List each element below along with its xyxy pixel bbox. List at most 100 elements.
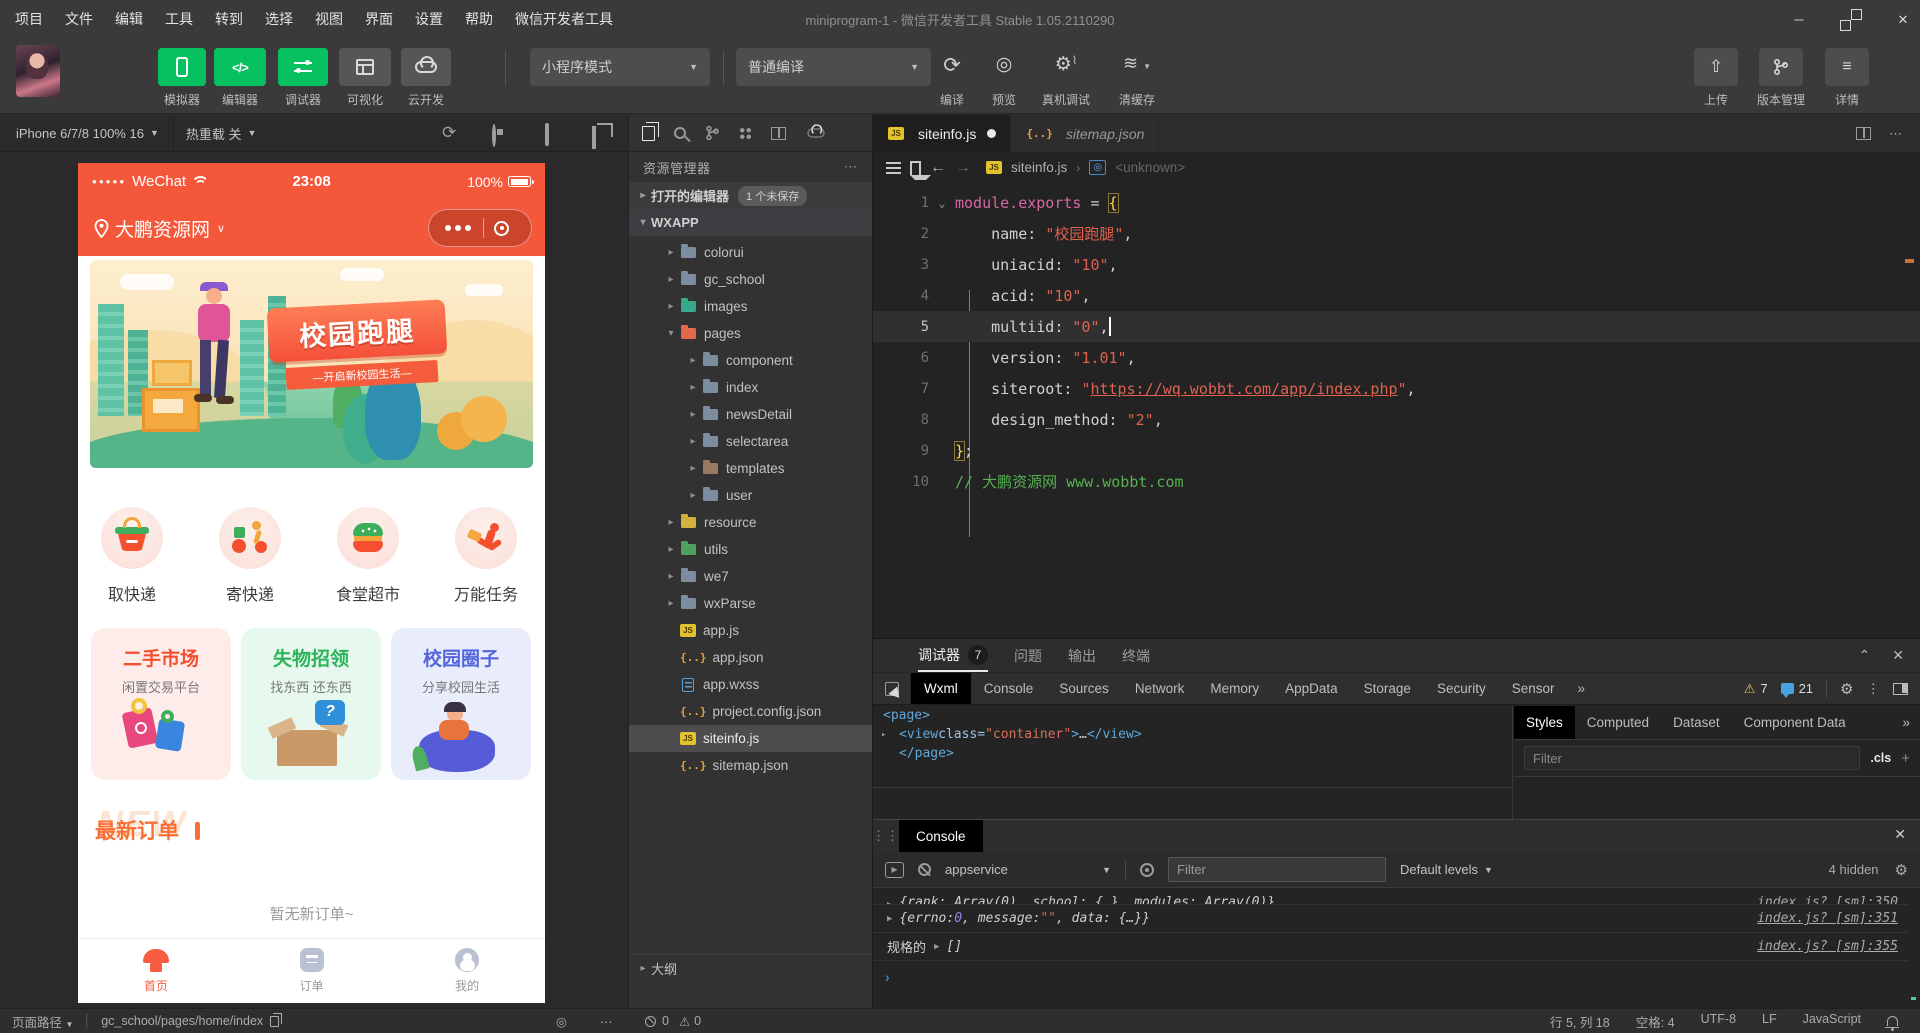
console-tab[interactable]: Console: [899, 820, 983, 852]
tree-item-templates[interactable]: ▸templates: [629, 455, 872, 482]
log-levels-select[interactable]: Default levels ▼: [1400, 862, 1493, 877]
card-失物招领[interactable]: 失物招领找东西 还东西: [241, 628, 381, 780]
card-二手市场[interactable]: 二手市场闲置交易平台: [91, 628, 231, 780]
open-editors-section[interactable]: ▸ 打开的编辑器 1 个未保存: [629, 182, 872, 209]
devtools-tab-Console[interactable]: Console: [971, 673, 1047, 704]
more-actions-icon[interactable]: ⋯: [1889, 126, 1902, 142]
more-tabs-icon[interactable]: »: [1568, 673, 1596, 704]
status-item[interactable]: UTF-8: [1701, 1012, 1736, 1031]
code-line-8[interactable]: 8 design_method: "2",: [873, 404, 1920, 435]
code-line-4[interactable]: 4 acid: "10",: [873, 280, 1920, 311]
devtools-tab-Memory[interactable]: Memory: [1197, 673, 1272, 704]
tree-item-gc_school[interactable]: ▸gc_school: [629, 266, 872, 293]
phone-tab-我的[interactable]: 我的: [389, 939, 545, 1003]
devtools-tab-Wxml[interactable]: Wxml: [911, 673, 971, 704]
tree-item-siteinfo.js[interactable]: JSsiteinfo.js: [629, 725, 872, 752]
message-icon[interactable]: [1781, 683, 1794, 694]
context-select[interactable]: appservice ▼: [945, 862, 1111, 877]
phone-tab-首页[interactable]: 首页: [78, 939, 234, 1003]
code-line-6[interactable]: 6 version: "1.01",: [873, 342, 1920, 373]
status-item[interactable]: JavaScript: [1803, 1012, 1861, 1031]
tree-item-app.json[interactable]: {..}app.json: [629, 644, 872, 671]
more-tabs-icon[interactable]: »: [1892, 706, 1920, 739]
wxml-node[interactable]: </page>: [873, 744, 1512, 763]
tree-item-pages[interactable]: ▾pages: [629, 320, 872, 347]
menu-界面[interactable]: 界面: [354, 0, 404, 39]
menu-转到[interactable]: 转到: [204, 0, 254, 39]
minimize-button[interactable]: ─: [1790, 12, 1808, 27]
devtools-tab-AppData[interactable]: AppData: [1272, 673, 1351, 704]
close-panel-icon[interactable]: ✕: [1892, 647, 1904, 664]
menu-视图[interactable]: 视图: [304, 0, 354, 39]
devtools-tab-Sources[interactable]: Sources: [1046, 673, 1122, 704]
menu-选择[interactable]: 选择: [254, 0, 304, 39]
clear-cache-button[interactable]: ≋ ▼: [1108, 53, 1166, 74]
source-link[interactable]: index.js? [sm]:355: [1757, 939, 1898, 954]
menu-文件[interactable]: 文件: [54, 0, 104, 39]
chevron-down-icon[interactable]: ∨: [217, 222, 225, 235]
watch-icon[interactable]: ◎: [556, 1014, 567, 1029]
upload-button[interactable]: ⇧: [1694, 48, 1738, 86]
menu-项目[interactable]: 项目: [4, 0, 54, 39]
extensions-icon[interactable]: [739, 127, 752, 140]
tree-item-app.wxss[interactable]: app.wxss: [629, 671, 872, 698]
more-icon[interactable]: ⋯: [600, 1014, 614, 1029]
mini-app-title[interactable]: 大鹏资源网: [115, 215, 210, 242]
source-link[interactable]: index.js? [sm]:351: [1757, 911, 1898, 926]
grid-item-食堂超市[interactable]: 食堂超市: [322, 507, 414, 605]
styles-tab-Component Data[interactable]: Component Data: [1732, 706, 1858, 739]
device-select[interactable]: iPhone 6/7/8 100% 16 ▼: [0, 126, 159, 141]
code-line-5[interactable]: 5 multiid: "0",: [873, 311, 1920, 342]
devtools-tab-Storage[interactable]: Storage: [1351, 673, 1424, 704]
code-line-7[interactable]: 7 siteroot: "https://wq.wobbt.com/app/in…: [873, 373, 1920, 404]
split-editor-icon[interactable]: [771, 127, 786, 140]
compile-button[interactable]: ⟳: [930, 53, 974, 78]
code-line-2[interactable]: 2 name: "校园跑腿",: [873, 218, 1920, 249]
debugger-tab-终端[interactable]: 终端: [1122, 639, 1150, 672]
tree-item-app.js[interactable]: JSapp.js: [629, 617, 872, 644]
close-button[interactable]: ✕: [1894, 12, 1912, 28]
preview-button[interactable]: ◎: [982, 53, 1026, 76]
editor-tab-sitemap.json[interactable]: {..}sitemap.json: [1011, 115, 1159, 152]
tree-item-index[interactable]: ▸index: [629, 374, 872, 401]
grid-item-万能任务[interactable]: 万能任务: [440, 507, 532, 605]
refresh-button[interactable]: ⟳: [442, 123, 456, 143]
tree-item-wxParse[interactable]: ▸wxParse: [629, 590, 872, 617]
phone-tab-订单[interactable]: 订单: [234, 939, 390, 1003]
console-log-row[interactable]: ▶{rank: Array(0), school: {…}, modules: …: [873, 889, 1908, 905]
debugger-tab-问题[interactable]: 问题: [1014, 639, 1042, 672]
search-icon[interactable]: [674, 127, 686, 139]
bookmark-icon[interactable]: [910, 161, 921, 175]
close-minip-button[interactable]: [494, 221, 509, 236]
tree-item-sitemap.json[interactable]: {..}sitemap.json: [629, 752, 872, 779]
tree-item-resource[interactable]: ▸resource: [629, 509, 872, 536]
project-root[interactable]: ▾ WXAPP: [629, 209, 872, 236]
outline-section[interactable]: ▸ 大纲: [629, 954, 872, 982]
hot-reload-select[interactable]: 热重载 关 ▼: [182, 124, 257, 143]
more-icon[interactable]: ⋯: [844, 159, 858, 175]
inspect-button[interactable]: [873, 673, 911, 704]
branch-icon[interactable]: [705, 125, 720, 141]
code-editor[interactable]: 1⌄module.exports = {2 name: "校园跑腿",3 uni…: [873, 183, 1920, 638]
simulator-button[interactable]: [158, 48, 206, 86]
tree-item-images[interactable]: ▸images: [629, 293, 872, 320]
files-icon[interactable]: [642, 126, 655, 141]
live-expression-icon[interactable]: [1140, 863, 1154, 877]
source-link[interactable]: index.js? [sm]:350: [1757, 895, 1898, 905]
clear-console-icon[interactable]: [918, 863, 931, 876]
cls-toggle-button[interactable]: .cls: [1870, 751, 1891, 765]
code-line-3[interactable]: 3 uniacid: "10",: [873, 249, 1920, 280]
status-item[interactable]: LF: [1762, 1012, 1777, 1031]
kebab-menu-icon[interactable]: ⋮: [1867, 681, 1881, 697]
grid-item-寄快递[interactable]: 寄快递: [204, 507, 296, 605]
breadcrumb-file[interactable]: siteinfo.js: [1011, 160, 1067, 175]
problem-counts[interactable]: 0 ⚠0: [645, 1014, 701, 1029]
status-item[interactable]: 行 5, 列 18: [1550, 1012, 1610, 1031]
tree-item-utils[interactable]: ▸utils: [629, 536, 872, 563]
status-item[interactable]: 空格: 4: [1636, 1012, 1675, 1031]
tree-item-selectarea[interactable]: ▸selectarea: [629, 428, 872, 455]
debugger-button[interactable]: [278, 48, 328, 86]
wxml-node[interactable]: <page>: [873, 706, 1512, 725]
breadcrumb-symbol[interactable]: <unknown>: [1115, 160, 1185, 175]
version-control-button[interactable]: [1759, 48, 1803, 86]
